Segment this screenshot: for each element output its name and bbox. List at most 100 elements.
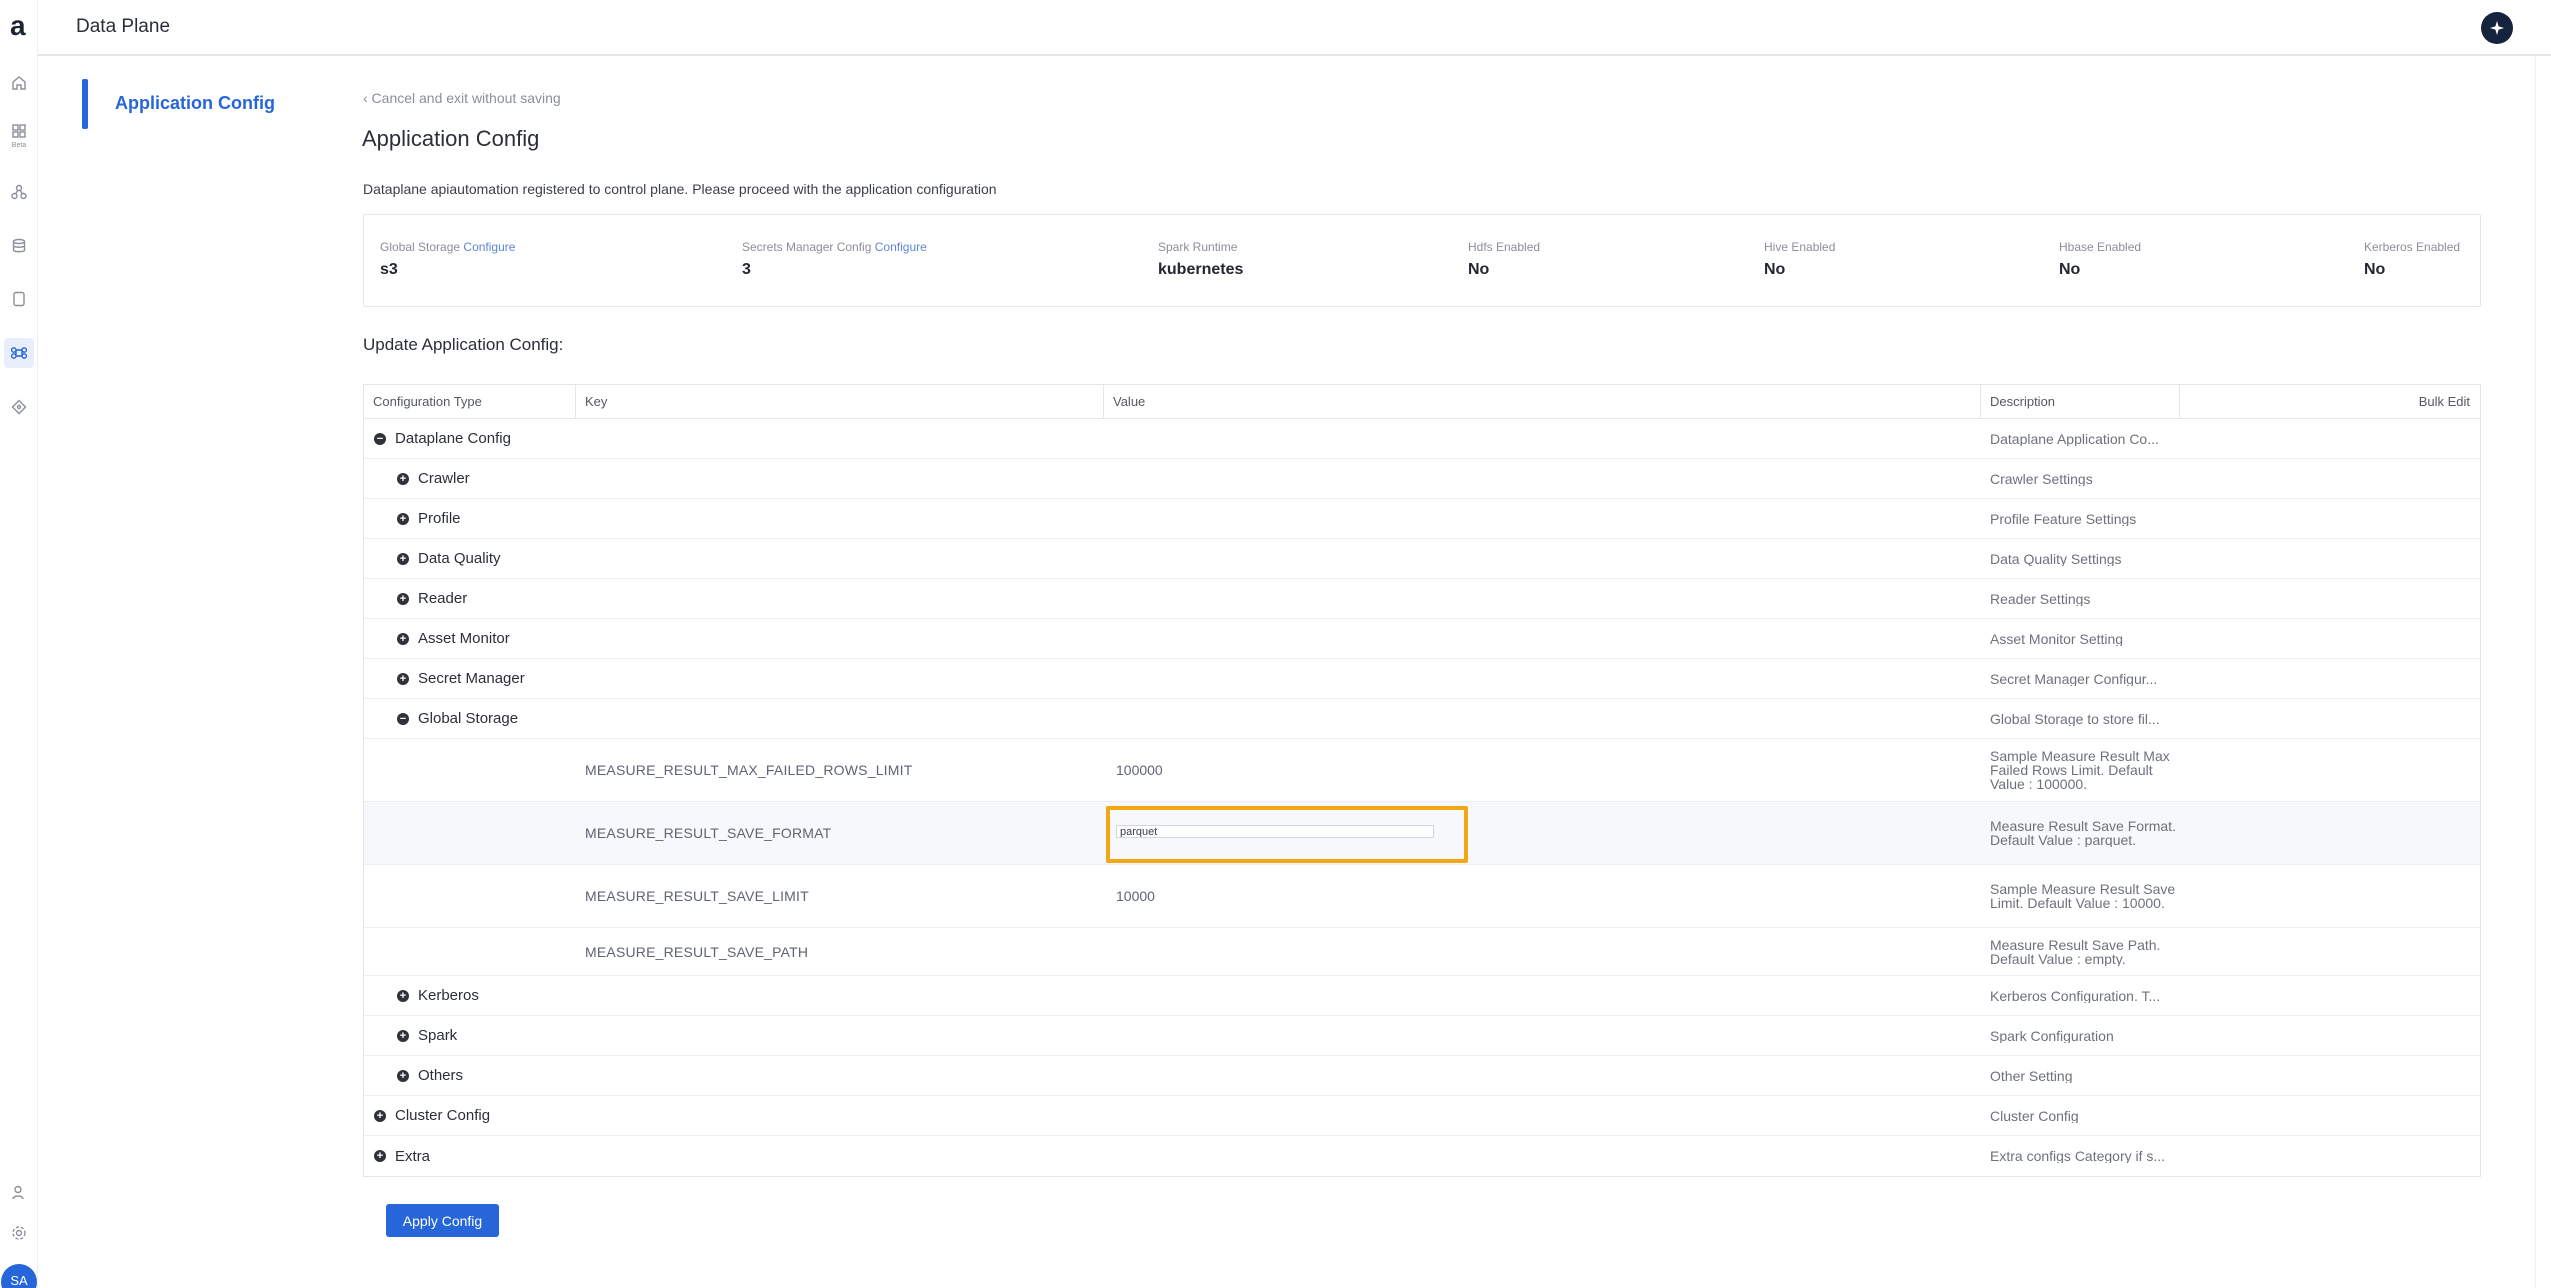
row-description: Profile Feature Settings (1990, 511, 2137, 526)
table-row-cluster-config[interactable]: + Cluster Config Cluster Config (364, 1096, 2480, 1136)
table-row-global-storage[interactable]: − Global Storage Global Storage to store … (364, 699, 2480, 739)
row-description: Kerberos Configuration. T... (1990, 988, 2161, 1003)
plus-circle-icon[interactable]: + (397, 672, 409, 685)
assistant-sparkle-icon[interactable] (2481, 12, 2513, 44)
gear-icon[interactable] (4, 1218, 34, 1248)
row-description: Sample Measure Result Save Limit. Defaul… (1990, 882, 2176, 910)
config-key: MEASURE_RESULT_SAVE_PATH (585, 943, 809, 960)
row-description: Global Storage to store fil... (1990, 711, 2160, 726)
hdfs-summary: Hdfs Enabled No (1468, 240, 1540, 279)
plus-circle-icon[interactable]: + (397, 592, 409, 605)
nav-active-indicator (82, 79, 88, 129)
group-label: Kerberos (418, 987, 479, 1004)
row-description: Sample Measure Result Max Failed Rows Li… (1990, 749, 2170, 791)
nav-item-application-config[interactable]: Application Config (115, 93, 275, 114)
secrets-manager-label: Secrets Manager Config (742, 240, 872, 254)
registration-message: Dataplane apiautomation registered to co… (363, 181, 997, 197)
secrets-manager-configure-link[interactable]: Configure (875, 240, 927, 254)
right-divider (2535, 56, 2536, 1288)
row-description: Data Quality Settings (1990, 551, 2122, 566)
table-row-profile[interactable]: + Profile Profile Feature Settings (364, 499, 2480, 539)
plus-circle-icon[interactable]: + (397, 512, 409, 525)
config-key: MEASURE_RESULT_SAVE_FORMAT (585, 825, 832, 841)
config-value[interactable]: 10000 (1116, 865, 1155, 927)
table-row-measure-result-max-failed-rows-limit[interactable]: MEASURE_RESULT_MAX_FAILED_ROWS_LIMIT 100… (364, 739, 2480, 802)
minus-circle-icon[interactable]: − (397, 712, 409, 725)
graph-icon[interactable] (4, 177, 34, 207)
global-storage-configure-link[interactable]: Configure (463, 240, 515, 254)
table-row-crawler[interactable]: + Crawler Crawler Settings (364, 459, 2480, 499)
plus-circle-icon[interactable]: + (397, 632, 409, 645)
group-label: Reader (418, 590, 468, 607)
plus-circle-icon[interactable]: + (397, 472, 409, 485)
table-row-measure-result-save-format[interactable]: MEASURE_RESULT_SAVE_FORMAT Measure Resul… (364, 802, 2480, 865)
spark-runtime-label: Spark Runtime (1158, 240, 1238, 254)
hive-label: Hive Enabled (1764, 240, 1836, 254)
config-value-input[interactable] (1116, 825, 1434, 838)
hdfs-label: Hdfs Enabled (1468, 240, 1541, 254)
global-storage-value: s3 (380, 261, 398, 278)
row-description: Spark Configuration (1990, 1028, 2114, 1043)
row-description: Measure Result Save Format. Default Valu… (1990, 819, 2176, 847)
user-settings-icon[interactable] (4, 1178, 34, 1208)
table-row-others[interactable]: + Others Other Setting (364, 1056, 2480, 1096)
plus-circle-icon[interactable]: + (397, 1029, 409, 1042)
group-label: Extra (395, 1147, 431, 1165)
group-label: Asset Monitor (418, 630, 510, 647)
command-icon[interactable] (4, 338, 34, 368)
beta-label: Beta (11, 142, 27, 149)
plus-circle-icon[interactable]: + (397, 552, 409, 565)
plus-circle-icon[interactable]: + (374, 1150, 386, 1162)
row-description: Crawler Settings (1990, 471, 2093, 486)
app-logo[interactable]: a (10, 12, 26, 40)
table-row-secret-manager[interactable]: + Secret Manager Secret Manager Configur.… (364, 659, 2480, 699)
secrets-manager-value: 3 (742, 261, 751, 278)
table-row-spark[interactable]: + Spark Spark Configuration (364, 1016, 2480, 1056)
table-row-measure-result-save-path[interactable]: MEASURE_RESULT_SAVE_PATH Measure Result … (364, 928, 2480, 976)
group-label: Profile (418, 510, 461, 527)
plus-circle-icon[interactable]: + (374, 1109, 386, 1122)
home-icon[interactable] (4, 68, 34, 98)
cancel-exit-link[interactable]: ‹ Cancel and exit without saving (363, 90, 561, 106)
diamond-icon[interactable] (4, 392, 34, 422)
plus-circle-icon[interactable]: + (397, 1069, 409, 1082)
row-description: Other Setting (1990, 1068, 2073, 1083)
apply-config-button[interactable]: Apply Config (386, 1204, 499, 1237)
hive-value: No (1764, 261, 1786, 278)
row-description: Dataplane Application Co... (1990, 431, 2159, 446)
kerberos-summary: Kerberos Enabled No (2364, 240, 2460, 279)
table-row-dataplane-config[interactable]: − Dataplane Config Dataplane Application … (364, 419, 2480, 459)
table-row-kerberos[interactable]: + Kerberos Kerberos Configuration. T... (364, 976, 2480, 1016)
col-header-value: Value (1104, 385, 1981, 418)
table-row-data-quality[interactable]: + Data Quality Data Quality Settings (364, 539, 2480, 579)
row-description: Measure Result Save Path. Default Value … (1990, 937, 2161, 966)
top-bar: Data Plane (38, 0, 2551, 56)
group-label: Crawler (418, 470, 470, 487)
table-row-reader[interactable]: + Reader Reader Settings (364, 579, 2480, 619)
minus-circle-icon[interactable]: − (374, 432, 386, 445)
group-label: Cluster Config (395, 1107, 491, 1124)
group-label: Spark (418, 1027, 458, 1044)
page-title: Application Config (362, 126, 540, 151)
document-icon[interactable] (4, 284, 34, 314)
row-description: Asset Monitor Setting (1990, 631, 2124, 646)
plus-circle-icon[interactable]: + (397, 989, 409, 1002)
database-icon[interactable] (4, 231, 34, 261)
config-summary-panel: Global Storage Configure s3 Secrets Mana… (363, 214, 2481, 307)
table-row-measure-result-save-limit[interactable]: MEASURE_RESULT_SAVE_LIMIT 10000 Sample M… (364, 865, 2480, 928)
col-header-description: Description (1981, 385, 2180, 418)
table-row-extra[interactable]: + Extra Extra configs Category if s... (364, 1136, 2480, 1176)
row-description: Cluster Config (1990, 1108, 2079, 1123)
avatar[interactable]: SA (1, 1264, 37, 1288)
hbase-label: Hbase Enabled (2059, 240, 2142, 254)
group-label: Dataplane Config (395, 430, 511, 447)
table-row-asset-monitor[interactable]: + Asset Monitor Asset Monitor Setting (364, 619, 2480, 659)
kerberos-value: No (2364, 261, 2386, 278)
config-table: Configuration Type Key Value Description… (363, 384, 2481, 1177)
config-key: MEASURE_RESULT_MAX_FAILED_ROWS_LIMIT (585, 762, 913, 778)
config-value[interactable]: 100000 (1116, 739, 1163, 801)
group-label: Others (418, 1067, 464, 1084)
bulk-edit-button[interactable]: Bulk Edit (2419, 394, 2470, 409)
col-header-type: Configuration Type (364, 385, 576, 418)
row-description: Reader Settings (1990, 591, 2091, 606)
